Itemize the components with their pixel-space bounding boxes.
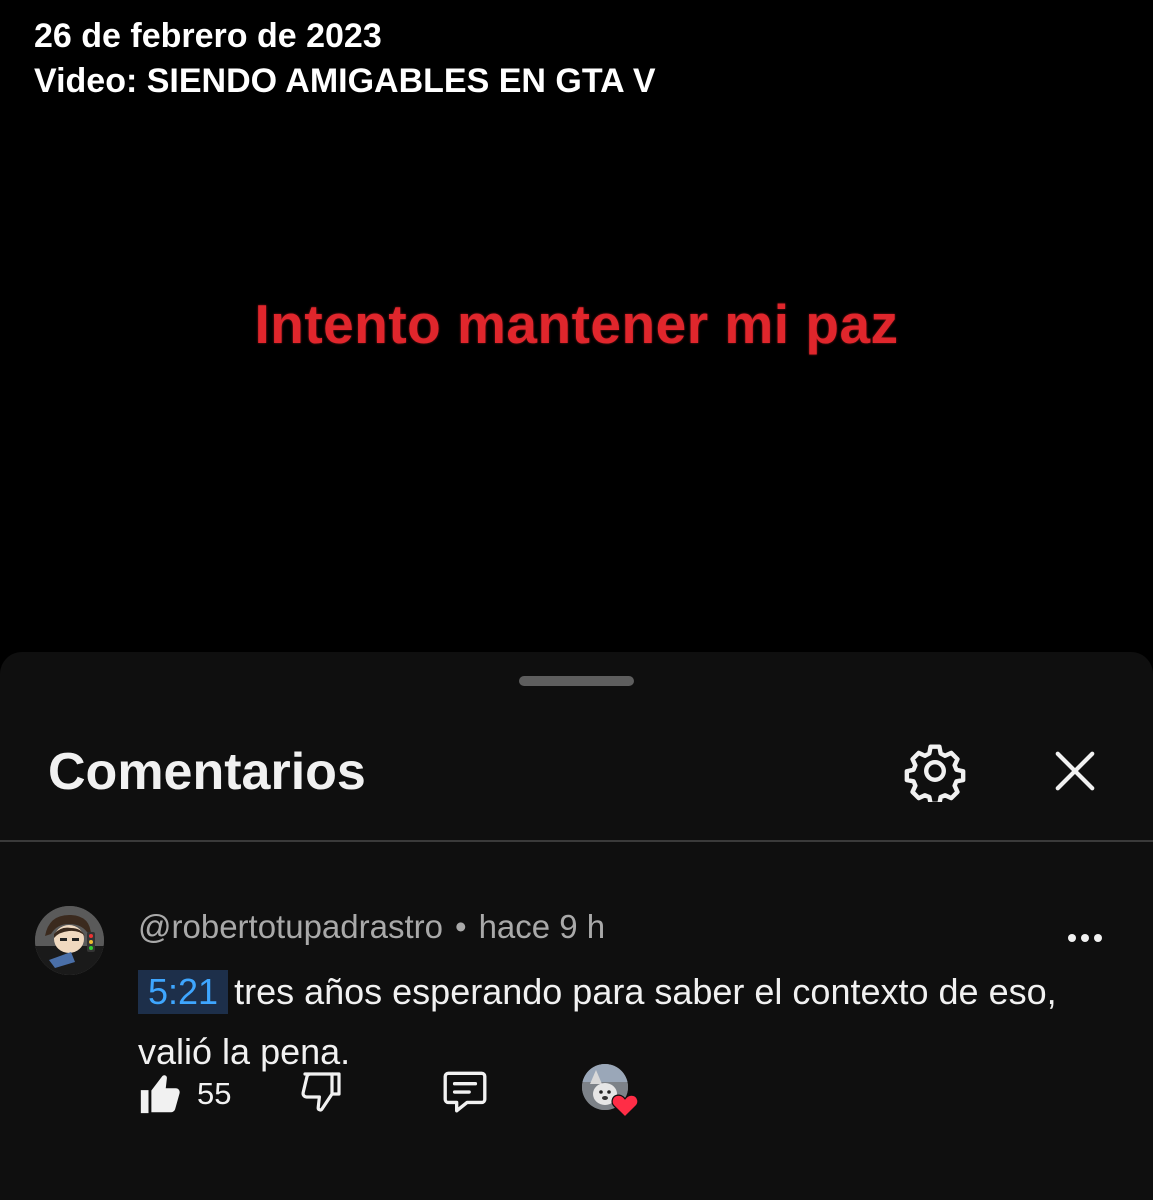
comment-author[interactable]: @robertotupadrastro xyxy=(138,908,443,945)
avatar[interactable] xyxy=(35,906,104,975)
video-date: 26 de febrero de 2023 xyxy=(34,17,382,55)
comment-meta: @robertotupadrastro • hace 9 h xyxy=(138,908,605,946)
gear-icon xyxy=(904,744,966,802)
creator-heart-badge xyxy=(582,1064,644,1126)
timestamp-link[interactable]: 5:21 xyxy=(138,970,229,1014)
settings-button[interactable] xyxy=(900,736,970,806)
video-overlay-text: 26 de febrero de 2023 Video: SIENDO AMIG… xyxy=(34,14,656,104)
comment-item: @robertotupadrastro • hace 9 h 5:21 tres añ… xyxy=(0,888,1153,1188)
comments-header: Comentarios xyxy=(0,722,1153,842)
video-title: Video: SIENDO AMIGABLES EN GTA V xyxy=(34,62,656,100)
dislike-button[interactable] xyxy=(298,1066,348,1122)
comments-title: Comentarios xyxy=(48,743,366,801)
thumbs-down-icon xyxy=(301,1072,341,1112)
reply-button[interactable] xyxy=(440,1066,490,1122)
close-button[interactable] xyxy=(1040,736,1110,806)
like-button[interactable]: 55 xyxy=(137,1064,231,1124)
reply-comment-icon xyxy=(443,1071,487,1113)
like-count: 55 xyxy=(197,1076,232,1111)
comment-time: hace 9 h xyxy=(478,908,606,945)
video-player[interactable]: 26 de febrero de 2023 Video: SIENDO AMIG… xyxy=(0,0,1153,650)
comment-actions: 55 xyxy=(0,1064,1153,1124)
video-caption: Intento mantener mi paz xyxy=(254,293,899,355)
comments-sheet: Comentarios @robertotupadrastro • hace 9… xyxy=(0,652,1153,1200)
more-dots-icon xyxy=(1068,934,1102,942)
meta-separator: • xyxy=(455,908,467,945)
comment-text: tres años esperando para saber el contex… xyxy=(138,971,1057,1072)
avatar-image xyxy=(35,906,104,975)
drag-handle[interactable] xyxy=(519,676,634,686)
heart-icon xyxy=(611,1094,639,1118)
more-options-button[interactable] xyxy=(1058,918,1112,958)
close-icon xyxy=(1055,751,1095,791)
thumbs-up-icon xyxy=(140,1075,180,1114)
